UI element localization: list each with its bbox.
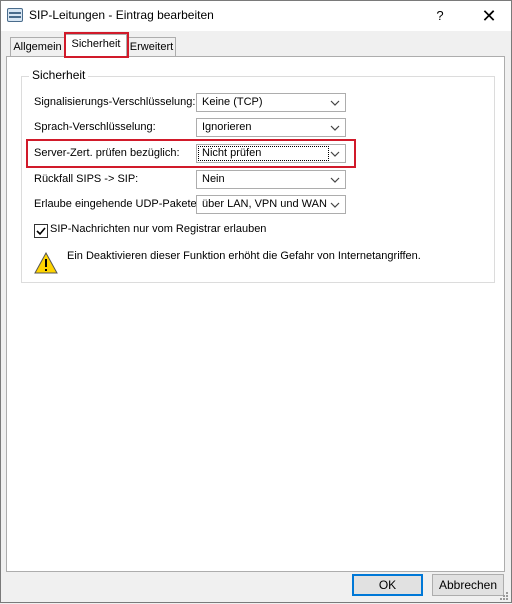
voice-encryption-label: Sprach-Verschlüsselung:: [34, 121, 156, 133]
voice-encryption-value: Ignorieren: [202, 121, 252, 133]
chevron-down-icon: [330, 119, 340, 136]
dialog-window: SIP-Leitungen - Eintrag bearbeiten ? ✕ A…: [0, 0, 512, 603]
signaling-encryption-label: Signalisierungs-Verschlüsselung:: [34, 96, 196, 108]
server-cert-check-value: Nicht prüfen: [198, 146, 329, 161]
resize-grip-icon[interactable]: [499, 590, 509, 600]
signaling-encryption-select[interactable]: Keine (TCP): [196, 93, 346, 112]
warning-icon: [34, 251, 58, 274]
fallback-sips-select[interactable]: Nein: [196, 170, 346, 189]
cancel-button[interactable]: Abbrechen: [432, 574, 504, 596]
signaling-encryption-value: Keine (TCP): [202, 96, 263, 108]
close-button[interactable]: ✕: [471, 4, 507, 28]
help-button[interactable]: ?: [426, 6, 454, 26]
allow-udp-value: über LAN, VPN und WAN: [202, 198, 327, 210]
ok-button[interactable]: OK: [352, 574, 423, 596]
fallback-sips-label: Rückfall SIPS -> SIP:: [34, 173, 139, 185]
app-window-icon: [7, 8, 23, 22]
chevron-down-icon: [330, 145, 340, 162]
fallback-sips-value: Nein: [202, 173, 225, 185]
allow-udp-label: Erlaube eingehende UDP-Pakete:: [34, 198, 200, 210]
groupbox-title: Sicherheit: [29, 68, 89, 82]
tab-allgemein[interactable]: Allgemein: [10, 37, 65, 57]
chevron-down-icon: [330, 171, 340, 188]
server-cert-check-label: Server-Zert. prüfen bezüglich:: [34, 147, 180, 159]
title-bar: SIP-Leitungen - Eintrag bearbeiten ? ✕: [1, 1, 511, 31]
registrar-only-checkbox[interactable]: [34, 224, 48, 238]
voice-encryption-select[interactable]: Ignorieren: [196, 118, 346, 137]
allow-udp-select[interactable]: über LAN, VPN und WAN: [196, 195, 346, 214]
window-title: SIP-Leitungen - Eintrag bearbeiten: [29, 8, 214, 22]
chevron-down-icon: [330, 196, 340, 213]
chevron-down-icon: [330, 94, 340, 111]
warning-text: Ein Deaktivieren dieser Funktion erhöht …: [67, 250, 421, 262]
tab-erweitert[interactable]: Erweitert: [127, 37, 176, 57]
tab-sicherheit[interactable]: Sicherheit: [65, 34, 127, 57]
registrar-only-label[interactable]: SIP-Nachrichten nur vom Registrar erlaub…: [50, 223, 266, 235]
server-cert-check-select[interactable]: Nicht prüfen: [196, 144, 346, 163]
checkmark-icon: [36, 227, 46, 236]
